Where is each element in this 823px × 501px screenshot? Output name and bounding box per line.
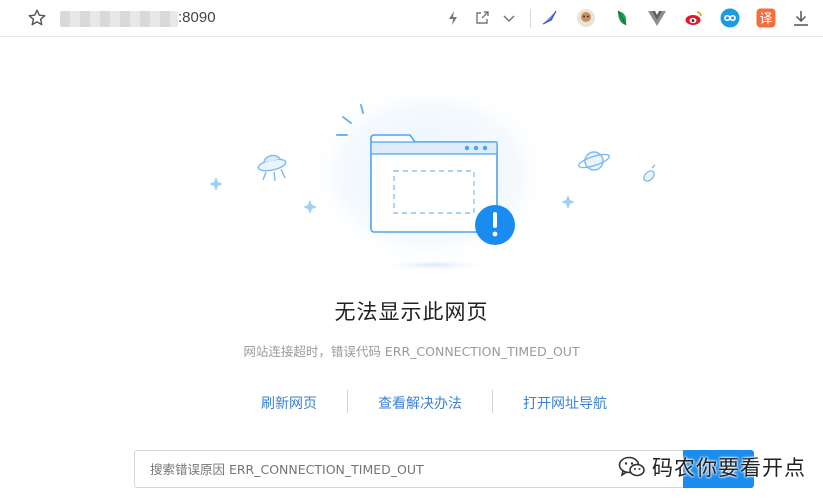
search-input[interactable] bbox=[134, 450, 683, 488]
wechat-icon bbox=[618, 456, 645, 477]
address-redacted bbox=[60, 11, 178, 27]
solutions-link[interactable]: 查看解决办法 bbox=[378, 393, 462, 413]
planet-icon bbox=[578, 151, 610, 171]
extension-leaf-icon[interactable] bbox=[612, 8, 632, 28]
refresh-link[interactable]: 刷新网页 bbox=[261, 393, 317, 413]
extension-translate-icon[interactable]: 译 bbox=[756, 8, 776, 28]
extension-vue-icon[interactable] bbox=[647, 8, 667, 28]
watermark: 码农你要看开点 bbox=[618, 452, 806, 482]
action-links: 刷新网页 查看解决办法 打开网址导航 bbox=[0, 390, 823, 413]
extension-avatar-icon[interactable] bbox=[576, 8, 596, 28]
ufo-icon bbox=[257, 154, 287, 182]
navigation-link[interactable]: 打开网址导航 bbox=[523, 393, 607, 413]
error-illustration bbox=[209, 95, 656, 278]
bookmark-star-icon[interactable] bbox=[27, 8, 47, 28]
extension-feather-icon[interactable] bbox=[540, 8, 560, 28]
lightning-icon[interactable] bbox=[444, 9, 462, 27]
error-title: 无法显示此网页 bbox=[334, 300, 489, 324]
browser-toolbar: :8090 译 bbox=[0, 0, 823, 37]
link-divider bbox=[347, 390, 348, 413]
extension-infinity-icon[interactable] bbox=[720, 8, 740, 28]
watermark-text: 码农你要看开点 bbox=[652, 456, 806, 480]
weibo-icon[interactable] bbox=[684, 8, 704, 28]
svg-text:译: 译 bbox=[759, 12, 772, 27]
warning-badge-icon bbox=[475, 205, 515, 245]
toolbar-divider bbox=[530, 9, 531, 28]
chevron-down-icon[interactable] bbox=[500, 9, 518, 27]
address-port[interactable]: :8090 bbox=[178, 9, 216, 26]
link-divider bbox=[492, 390, 493, 413]
rocket-icon bbox=[643, 164, 656, 182]
download-icon[interactable] bbox=[792, 9, 810, 27]
error-message: 网站连接超时，错误代码 ERR_CONNECTION_TIMED_OUT bbox=[243, 344, 580, 359]
share-icon[interactable] bbox=[473, 9, 491, 27]
